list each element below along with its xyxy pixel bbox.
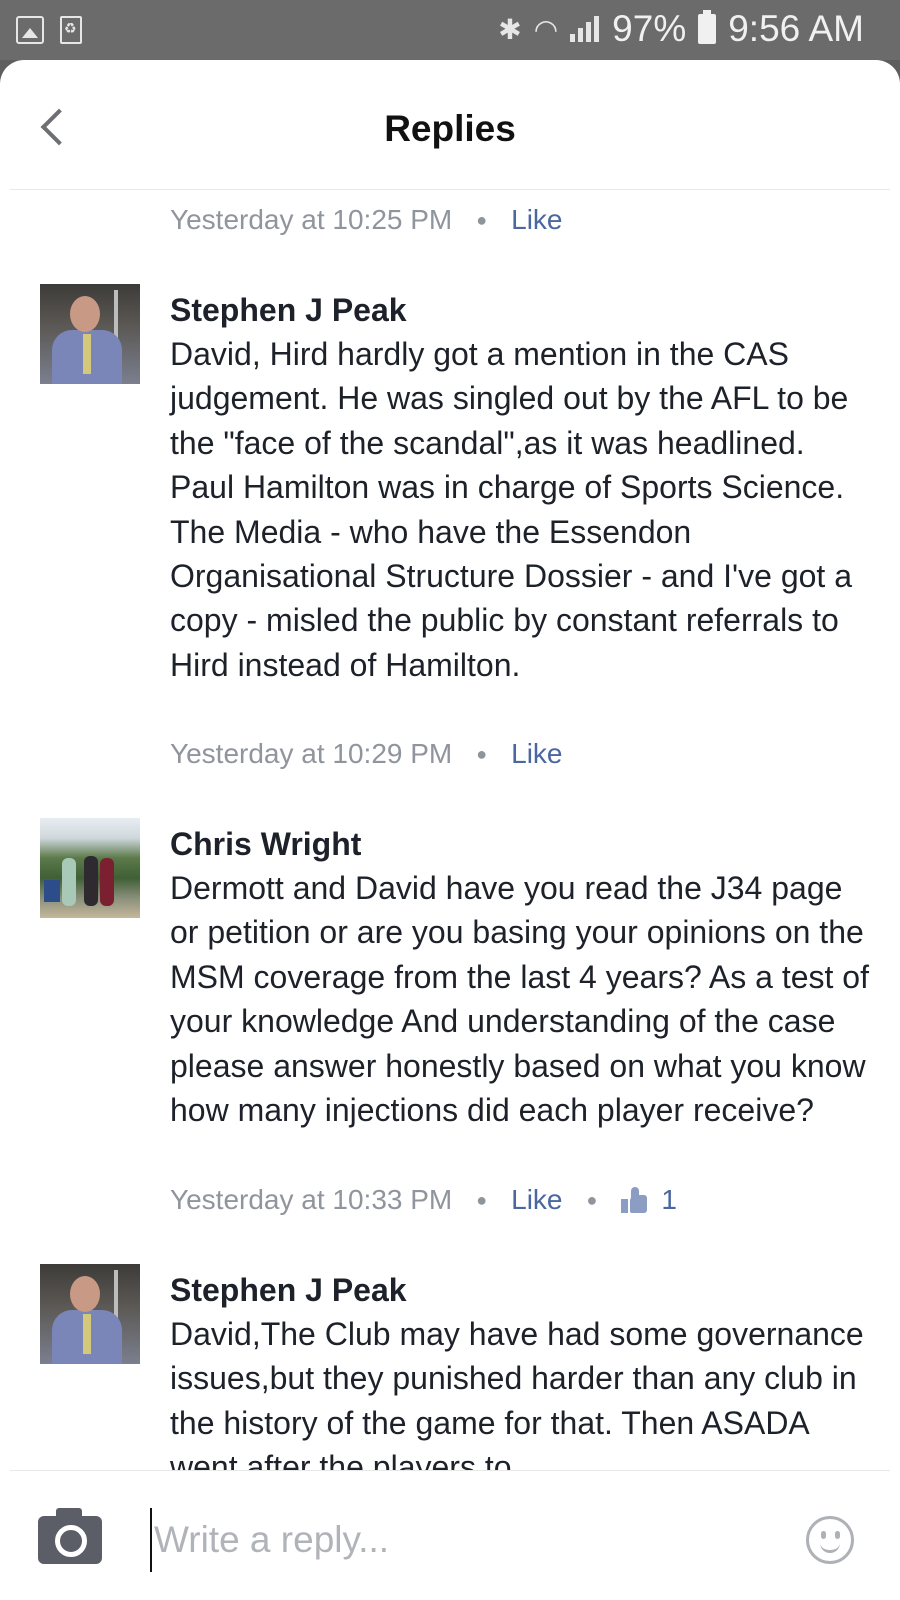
camera-icon[interactable] xyxy=(38,1508,102,1564)
like-button[interactable]: Like xyxy=(511,204,562,236)
separator-dot: ● xyxy=(476,1189,488,1210)
replies-feed[interactable]: Yesterday at 10:25 PM ● Like Stephen J P… xyxy=(0,190,900,1530)
replies-sheet: Replies Yesterday at 10:25 PM ● Like Ste… xyxy=(0,60,900,1600)
separator-dot: ● xyxy=(476,743,488,764)
battery-icon xyxy=(698,10,717,44)
comment-text: David,The Club may have had some governa… xyxy=(170,1316,864,1486)
separator-dot: ● xyxy=(586,1189,598,1210)
comment-timestamp: Yesterday at 10:25 PM xyxy=(170,204,453,235)
emoji-icon[interactable] xyxy=(806,1516,854,1564)
page-title: Replies xyxy=(384,108,516,149)
avatar[interactable] xyxy=(40,1264,140,1364)
comment-meta: Yesterday at 10:29 PM ● Like xyxy=(170,738,563,770)
reaction-count[interactable]: 1 xyxy=(621,1184,677,1216)
status-bar: ✱ ◠ 97% 9:56 AM xyxy=(0,0,900,60)
separator-dot: ● xyxy=(476,209,488,230)
composer-divider xyxy=(10,1470,890,1471)
header: Replies xyxy=(0,60,900,190)
comment-meta: Yesterday at 10:33 PM ● Like ● 1 xyxy=(170,1184,677,1216)
comment-author[interactable]: Chris Wright xyxy=(170,826,361,863)
comment-timestamp: Yesterday at 10:33 PM xyxy=(170,1184,453,1215)
like-button[interactable]: Like xyxy=(511,738,562,770)
recycle-icon xyxy=(60,16,82,44)
gallery-icon xyxy=(16,16,44,44)
comment-author[interactable]: Stephen J Peak xyxy=(170,292,407,329)
reply-composer xyxy=(0,1470,900,1600)
wifi-icon: ◠ xyxy=(533,13,559,45)
status-notifications xyxy=(16,16,82,44)
avatar[interactable] xyxy=(40,284,140,384)
like-button[interactable]: Like xyxy=(511,1184,562,1216)
comment-author[interactable]: Stephen J Peak xyxy=(170,1272,407,1309)
signal-icon xyxy=(570,16,600,42)
status-indicators: ✱ ◠ 97% 9:56 AM xyxy=(498,8,864,50)
battery-percent: 97% xyxy=(612,8,687,49)
comment-meta: Yesterday at 10:25 PM ● Like xyxy=(170,204,563,236)
clock: 9:56 AM xyxy=(728,8,864,49)
thumbs-up-icon xyxy=(621,1187,648,1213)
reaction-count-value: 1 xyxy=(661,1184,677,1215)
comment-text: Dermott and David have you read the J34 … xyxy=(170,870,869,1129)
comment-text: David, Hird hardly got a mention in the … xyxy=(170,336,852,683)
reply-input[interactable] xyxy=(150,1508,750,1572)
comment-timestamp: Yesterday at 10:29 PM xyxy=(170,738,453,769)
bluetooth-icon: ✱ xyxy=(498,13,522,45)
avatar[interactable] xyxy=(40,818,140,918)
